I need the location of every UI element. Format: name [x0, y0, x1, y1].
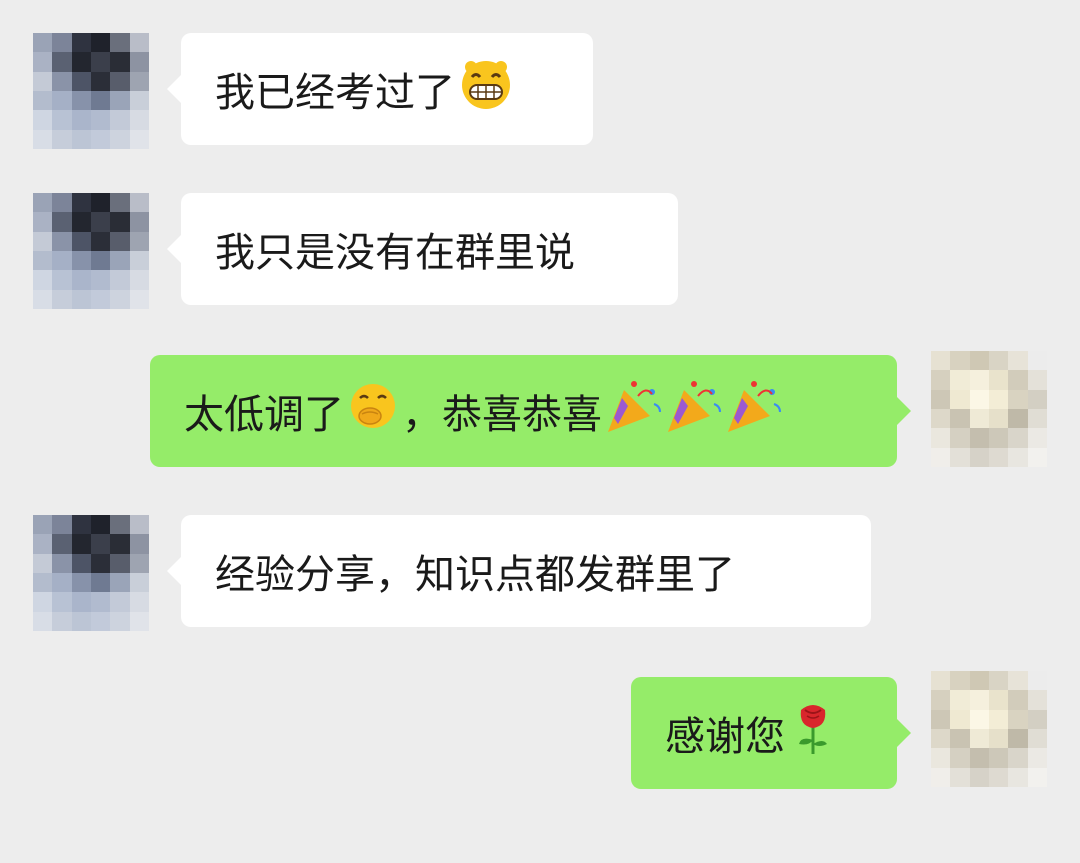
- my-avatar[interactable]: [931, 351, 1047, 467]
- message-text: 我已经考过了: [215, 70, 455, 116]
- message-bubble-incoming[interactable]: 我已经考过了: [167, 33, 593, 145]
- chat-thread: 我已经考过了 我只是没有在群里说 太低调了 ，恭喜恭喜 经验分享，知识点都发群里…: [0, 0, 1080, 863]
- message-bubble-incoming[interactable]: 我只是没有在群里说: [167, 193, 678, 305]
- message-text: 我只是没有在群里说: [215, 230, 575, 276]
- message-text: 经验分享，知识点都发群里了: [215, 552, 735, 598]
- sender-avatar[interactable]: [33, 33, 149, 149]
- hand-over-mouth-face-icon: [348, 381, 398, 441]
- sender-avatar[interactable]: [33, 193, 149, 309]
- message-text: 太低调了: [184, 392, 344, 438]
- message-text: 感谢您: [665, 714, 785, 760]
- rose-icon: [795, 700, 831, 766]
- message-bubble-outgoing[interactable]: 太低调了 ，恭喜恭喜: [150, 355, 911, 467]
- party-popper-icon: [604, 376, 782, 446]
- message-bubble-incoming[interactable]: 经验分享，知识点都发群里了: [167, 515, 871, 627]
- grinning-face-icon: [459, 57, 513, 121]
- message-bubble-outgoing[interactable]: 感谢您: [631, 677, 911, 789]
- my-avatar[interactable]: [931, 671, 1047, 787]
- sender-avatar[interactable]: [33, 515, 149, 631]
- message-text: ，恭喜恭喜: [402, 392, 602, 438]
